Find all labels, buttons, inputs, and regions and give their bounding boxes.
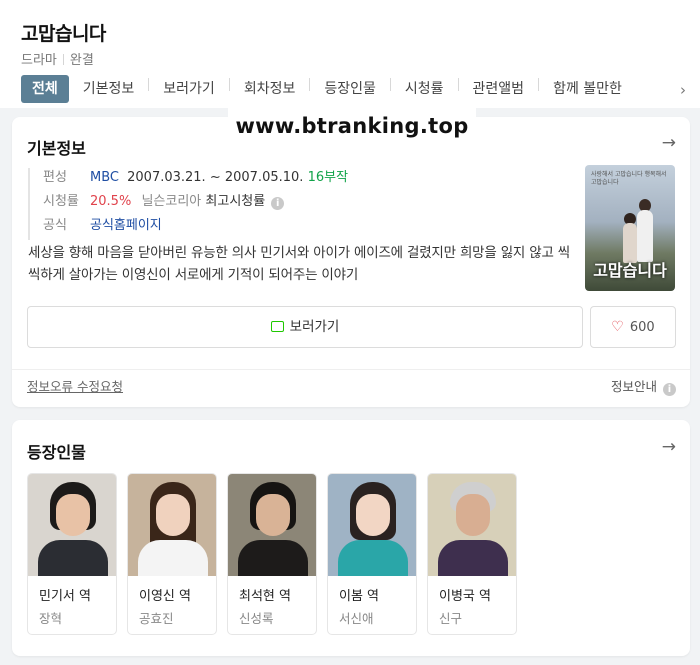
tab-episodes[interactable]: 회차정보 (244, 75, 296, 103)
heart-icon: ♡ (611, 319, 624, 335)
poster-title: 고맙습니다 (593, 261, 667, 280)
tab-ratings[interactable]: 시청률 (405, 75, 444, 103)
cast-member[interactable]: 이봄 역 서신애 (327, 473, 417, 635)
divider (62, 54, 64, 65)
divider (538, 78, 540, 91)
genre-label: 드라마 (21, 53, 57, 68)
cast-member[interactable]: 이병국 역 신구 (427, 473, 517, 635)
cast-role: 이영신 역 (139, 589, 191, 604)
chevron-right-icon[interactable]: › (680, 81, 686, 99)
cast-role: 민기서 역 (39, 589, 91, 604)
poster-tagline: 사랑해서 고맙습니다 행복해서 고맙습니다 (591, 171, 667, 186)
cast-member[interactable]: 민기서 역 장혁 (27, 473, 117, 635)
status-label: 완결 (69, 53, 94, 68)
cast-member[interactable]: 이영신 역 공효진 (127, 473, 217, 635)
header: 고맙습니다 드라마 완결 전체 기본정보 보러가기 회차정보 등장인물 시청률 관련앨범 함께 … (0, 0, 700, 108)
like-count: 600 (629, 320, 655, 335)
divider (12, 369, 690, 370)
info-key: 편성 (43, 170, 67, 185)
show-meta: 드라마 완결 (21, 49, 94, 68)
divider (457, 78, 459, 91)
divider (389, 78, 391, 91)
divider (309, 78, 311, 91)
cast-role: 이봄 역 (339, 589, 380, 604)
cast-role: 최석현 역 (239, 589, 291, 604)
tab-watch[interactable]: 보러가기 (163, 75, 215, 103)
divider (148, 78, 150, 91)
broadcaster-link[interactable]: MBC (90, 170, 119, 185)
info-row-official: 공식 공식홈페이지 (43, 216, 348, 240)
like-button[interactable]: ♡ 600 (590, 306, 676, 348)
cast-role: 이병국 역 (439, 589, 491, 604)
poster-image[interactable]: 사랑해서 고맙습니다 행복해서 고맙습니다 고맙습니다 (585, 165, 675, 291)
info-guide[interactable]: 정보안내 i (611, 376, 676, 396)
page-title: 고맙습니다 (21, 23, 106, 45)
report-error-link[interactable]: 정보오류 수정요청 (27, 376, 123, 395)
cast-card: 등장인물 → 민기서 역 장혁 이영신 역 공효진 최석현 역 신성록 이봄 역… (12, 420, 690, 656)
basic-info-card: 기본정보 → 편성 MBC 2007.03.21. ~ 2007.05.10. 1… (12, 117, 690, 407)
tab-recommended[interactable]: 함께 볼만한 (553, 75, 622, 103)
info-key: 시청률 (43, 194, 79, 209)
broadcast-dates: 2007.03.21. ~ 2007.05.10. (127, 170, 304, 185)
info-guide-label: 정보안내 (610, 379, 657, 394)
tab-all[interactable]: 전체 (21, 75, 69, 103)
rating-source: 닐슨코리아 (141, 194, 202, 209)
cast-photo (28, 474, 116, 576)
info-key: 공식 (43, 218, 67, 233)
cast-photo (328, 474, 416, 576)
rating-value: 20.5% (90, 194, 132, 209)
arrow-right-icon[interactable]: → (662, 133, 676, 153)
divider (228, 78, 230, 91)
arrow-right-icon[interactable]: → (662, 437, 676, 457)
tab-bar: 전체 기본정보 보러가기 회차정보 등장인물 시청률 관련앨범 함께 볼만한 (21, 75, 676, 103)
tab-basic-info[interactable]: 기본정보 (83, 75, 135, 103)
info-icon: i (663, 383, 676, 396)
cast-actor: 공효진 (139, 611, 174, 626)
tab-cast[interactable]: 등장인물 (324, 75, 376, 103)
cast-actor: 서신애 (339, 611, 374, 626)
cast-member[interactable]: 최석현 역 신성록 (227, 473, 317, 635)
tab-albums[interactable]: 관련앨범 (473, 75, 525, 103)
info-row-rating: 시청률 20.5% 닐슨코리아 최고시청률 i (43, 192, 348, 216)
cast-actor: 신구 (439, 611, 463, 626)
info-row-broadcast: 편성 MBC 2007.03.21. ~ 2007.05.10. 16부작 (43, 168, 348, 192)
section-title: 기본정보 (27, 139, 86, 158)
watch-button-label: 보러가기 (289, 319, 340, 335)
rating-note: 최고시청률 (205, 194, 266, 209)
info-list: 편성 MBC 2007.03.21. ~ 2007.05.10. 16부작 시청률… (28, 168, 348, 240)
info-icon[interactable]: i (271, 197, 285, 210)
cast-actor: 장혁 (39, 611, 63, 626)
synopsis: 세상을 향해 마음을 닫아버린 유능한 의사 민기서와 아이가 에이즈에 걸렸지… (28, 245, 570, 283)
watermark-text: www.btranking.top (228, 104, 476, 148)
official-homepage-link[interactable]: 공식홈페이지 (90, 218, 162, 233)
cast-photo (228, 474, 316, 576)
cast-actor: 신성록 (239, 611, 274, 626)
cast-photo (428, 474, 516, 576)
watch-button[interactable]: 보러가기 (27, 306, 583, 348)
episode-count: 16부작 (307, 170, 349, 185)
section-title: 등장인물 (27, 443, 86, 462)
cast-photo (128, 474, 216, 576)
play-icon (270, 321, 284, 332)
